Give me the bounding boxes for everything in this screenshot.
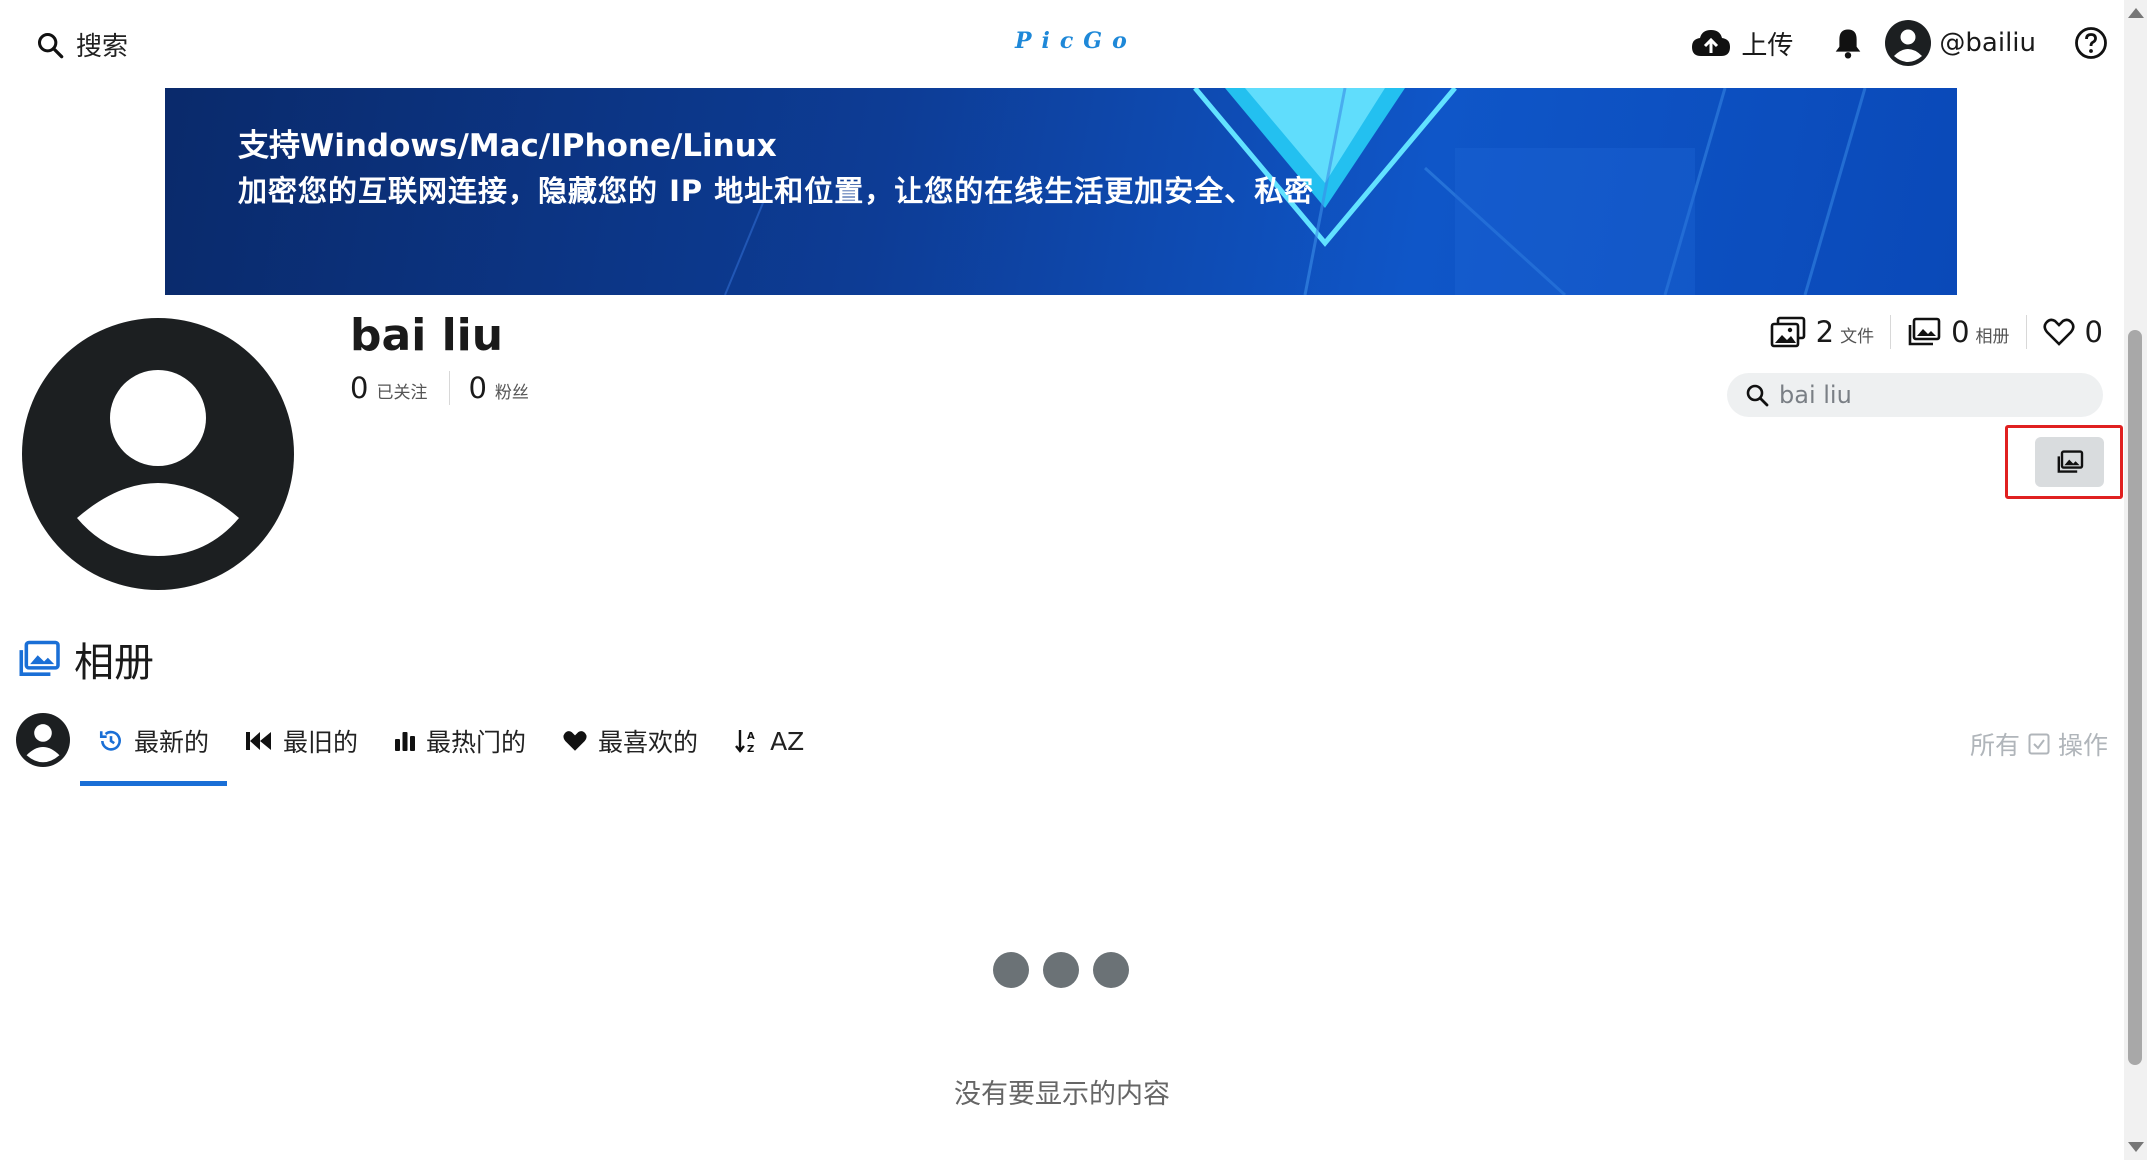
likes-count: 0 bbox=[2084, 315, 2103, 349]
loading-indicator bbox=[993, 952, 1129, 988]
banner-ad[interactable]: 支持Windows/Mac/IPhone/Linux 加密您的互联网连接，隐藏您… bbox=[165, 88, 1957, 295]
search-label: 搜索 bbox=[76, 32, 129, 62]
user-search-field[interactable] bbox=[1727, 373, 2103, 417]
checkbox-icon bbox=[2028, 733, 2050, 755]
stat-files[interactable]: 2 文件 bbox=[1754, 315, 1890, 349]
sort-tabbar: 最新的 最旧的 最热门的 最喜欢的 AZ AZ 所有 操作 bbox=[16, 706, 2108, 786]
sort-tabs: 最新的 最旧的 最热门的 最喜欢的 AZ AZ bbox=[80, 706, 822, 786]
heart-icon bbox=[563, 731, 587, 751]
upload-button[interactable]: 上传 bbox=[1691, 25, 1793, 62]
bulk-actions-toggle[interactable]: 所有 操作 bbox=[1970, 726, 2108, 762]
tab-label: 最热门的 bbox=[426, 728, 527, 757]
tab-az[interactable]: AZ AZ bbox=[716, 706, 822, 776]
profile-avatar bbox=[22, 318, 294, 590]
banner-subline: 加密您的互联网连接，隐藏您的 IP 地址和位置，让您的在线生活更加安全、私密 bbox=[238, 174, 1315, 208]
search-icon bbox=[1746, 384, 1769, 407]
vertical-scrollbar[interactable] bbox=[2124, 0, 2147, 1160]
following-number: 0 bbox=[350, 371, 369, 405]
empty-state-message: 没有要显示的内容 bbox=[954, 1079, 1170, 1110]
loading-dot bbox=[1043, 952, 1079, 988]
albums-label: 相册 bbox=[1975, 327, 2010, 347]
tab-oldest[interactable]: 最旧的 bbox=[227, 706, 376, 776]
help-icon bbox=[2075, 27, 2107, 59]
svg-text:Z: Z bbox=[747, 744, 754, 754]
stat-likes[interactable]: 0 bbox=[2025, 315, 2103, 349]
images-icon bbox=[1770, 316, 1806, 348]
tab-label: 最喜欢的 bbox=[598, 728, 699, 757]
owner-avatar[interactable] bbox=[16, 713, 70, 767]
scroll-down-arrow[interactable] bbox=[2128, 1142, 2144, 1152]
stat-albums[interactable]: 0 相册 bbox=[1890, 315, 2025, 349]
scroll-up-arrow[interactable] bbox=[2128, 8, 2144, 18]
create-album-button[interactable] bbox=[2035, 437, 2104, 487]
search-icon bbox=[37, 32, 64, 58]
rewind-icon bbox=[246, 732, 272, 750]
album-icon bbox=[2057, 450, 2083, 473]
tab-label: 最旧的 bbox=[283, 728, 359, 757]
profile-name: bai liu bbox=[350, 310, 504, 361]
album-icon bbox=[1907, 317, 1941, 347]
following-count[interactable]: 0 已关注 bbox=[350, 371, 449, 405]
tab-favorites[interactable]: 最喜欢的 bbox=[544, 706, 716, 776]
files-count: 2 bbox=[1815, 315, 1835, 349]
followers-count[interactable]: 0 粉丝 bbox=[449, 371, 550, 405]
loading-dot bbox=[993, 952, 1029, 988]
albums-count: 0 bbox=[1951, 315, 1970, 349]
section-title: 相册 bbox=[16, 630, 154, 688]
following-label: 已关注 bbox=[376, 383, 428, 403]
bar-chart-icon bbox=[395, 732, 416, 751]
followers-label: 粉丝 bbox=[494, 383, 529, 403]
tab-newest[interactable]: 最新的 bbox=[80, 706, 228, 786]
help-button[interactable] bbox=[2074, 26, 2108, 60]
select-all-label: 所有 bbox=[1969, 731, 2020, 760]
top-bar: 搜索 PicGo 上传 @bailiu bbox=[0, 0, 2124, 88]
section-title-text: 相册 bbox=[74, 640, 154, 686]
user-menu[interactable]: @bailiu bbox=[1885, 20, 2036, 66]
tab-popular[interactable]: 最热门的 bbox=[376, 706, 544, 776]
user-avatar-icon bbox=[1885, 20, 1932, 66]
notifications-button[interactable] bbox=[1833, 27, 1863, 59]
upload-label: 上传 bbox=[1741, 30, 1794, 61]
username: @bailiu bbox=[1939, 28, 2036, 58]
user-search-input[interactable] bbox=[1779, 381, 2079, 409]
actions-label: 操作 bbox=[2057, 731, 2108, 760]
svg-text:A: A bbox=[747, 731, 755, 742]
files-label: 文件 bbox=[1840, 327, 1875, 347]
history-icon bbox=[99, 730, 121, 751]
loading-dot bbox=[1093, 952, 1129, 988]
search-button[interactable]: 搜索 bbox=[36, 26, 128, 63]
header-actions: 上传 @bailiu bbox=[1691, 18, 2108, 68]
default-avatar-icon bbox=[77, 370, 239, 556]
cloud-upload-icon bbox=[1692, 30, 1731, 56]
followers-number: 0 bbox=[468, 371, 487, 405]
banner-headline: 支持Windows/Mac/IPhone/Linux bbox=[238, 128, 777, 164]
scroll-thumb[interactable] bbox=[2128, 330, 2142, 1065]
profile-stats: 2 文件 0 相册 0 bbox=[1754, 312, 2103, 352]
tab-label: AZ bbox=[770, 726, 805, 756]
album-icon bbox=[19, 640, 60, 676]
default-avatar-icon bbox=[26, 724, 60, 763]
bell-icon bbox=[1836, 29, 1861, 59]
heart-outline-icon bbox=[2042, 318, 2075, 346]
site-logo[interactable]: PicGo bbox=[1015, 28, 1137, 54]
sort-az-icon: AZ bbox=[735, 730, 755, 754]
tab-label: 最新的 bbox=[134, 727, 210, 757]
profile-follow-counts: 0 已关注 0 粉丝 bbox=[350, 366, 551, 410]
